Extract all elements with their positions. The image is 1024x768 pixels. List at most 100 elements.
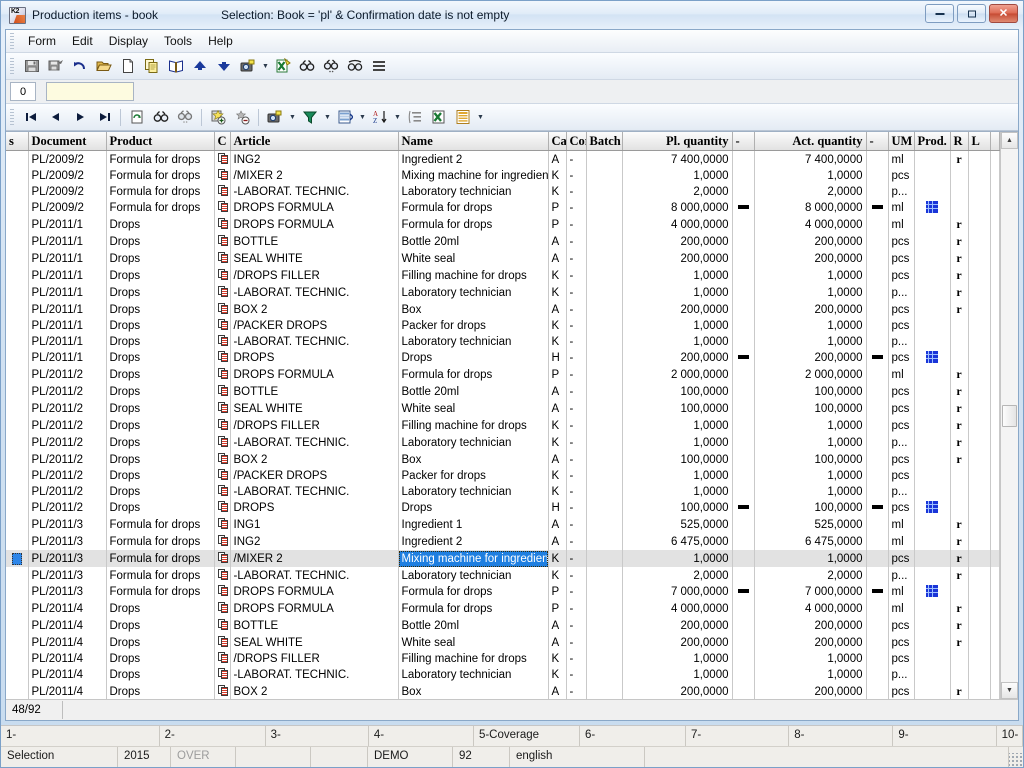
cell-cat[interactable]: P: [548, 366, 566, 383]
cell-pl-quantity[interactable]: 1,0000: [622, 434, 732, 451]
cell-product[interactable]: Drops: [106, 267, 214, 284]
cell-cat[interactable]: K: [548, 567, 566, 584]
cell-product[interactable]: Drops: [106, 233, 214, 250]
cell-cat[interactable]: K: [548, 651, 566, 667]
cell-r-flag[interactable]: [950, 184, 968, 200]
cell-prod[interactable]: [914, 683, 950, 699]
find-icon[interactable]: [149, 106, 173, 128]
export-excel-icon[interactable]: [427, 106, 451, 128]
cell-um[interactable]: ml: [888, 200, 914, 216]
cell-um[interactable]: pcs: [888, 383, 914, 400]
cell-r-flag[interactable]: r: [950, 516, 968, 533]
row-selector-cell[interactable]: [6, 151, 28, 169]
cell-um[interactable]: pcs: [888, 267, 914, 284]
table-row[interactable]: PL/2011/2Drops-LABORAT. TECHNIC.Laborato…: [6, 484, 1000, 500]
menu-item-form[interactable]: Form: [20, 31, 64, 51]
cell-l-flag[interactable]: [968, 550, 990, 567]
add-record-icon[interactable]: [206, 106, 230, 128]
cell-document[interactable]: PL/2009/2: [28, 168, 106, 184]
cell-cat[interactable]: A: [548, 233, 566, 250]
cell-article[interactable]: ING2: [230, 151, 398, 169]
cell-cor[interactable]: -: [566, 634, 586, 651]
cell-name[interactable]: Formula for drops: [398, 200, 548, 216]
table-row[interactable]: PL/2011/3Formula for dropsING1Ingredient…: [6, 516, 1000, 533]
cell-article[interactable]: BOTTLE: [230, 617, 398, 634]
cell-document[interactable]: PL/2011/4: [28, 683, 106, 699]
cell-um[interactable]: pcs: [888, 168, 914, 184]
cell-document[interactable]: PL/2011/2: [28, 434, 106, 451]
cell-pl-quantity[interactable]: 1,0000: [622, 168, 732, 184]
cell-name[interactable]: Drops: [398, 500, 548, 516]
row-selector-cell[interactable]: [6, 350, 28, 366]
cell-document-icon[interactable]: [214, 383, 230, 400]
cell-r-flag[interactable]: r: [950, 600, 968, 617]
cell-article[interactable]: /MIXER 2: [230, 168, 398, 184]
save-as-icon[interactable]: [44, 55, 68, 77]
cell-cor[interactable]: -: [566, 168, 586, 184]
row-selector-cell[interactable]: [6, 184, 28, 200]
cell-prod[interactable]: [914, 301, 950, 318]
cell-act-quantity[interactable]: 200,0000: [754, 683, 866, 699]
undo-icon[interactable]: [68, 55, 92, 77]
row-selector-cell[interactable]: [6, 250, 28, 267]
cell-act-quantity[interactable]: 100,0000: [754, 400, 866, 417]
cell-document-icon[interactable]: [214, 350, 230, 366]
cell-r-flag[interactable]: [950, 350, 968, 366]
cell-article[interactable]: BOX 2: [230, 683, 398, 699]
cell-act-quantity[interactable]: 200,0000: [754, 617, 866, 634]
cell-cor[interactable]: -: [566, 617, 586, 634]
cell-r-flag[interactable]: r: [950, 267, 968, 284]
copy-icon[interactable]: [140, 55, 164, 77]
cell-cor[interactable]: -: [566, 500, 586, 516]
cell-document-icon[interactable]: [214, 550, 230, 567]
column-header-act-dash[interactable]: -: [866, 132, 888, 151]
cell-r-flag[interactable]: r: [950, 417, 968, 434]
cell-l-flag[interactable]: [968, 184, 990, 200]
cell-act-quantity[interactable]: 200,0000: [754, 250, 866, 267]
cell-pl-quantity[interactable]: 1,0000: [622, 550, 732, 567]
cell-um[interactable]: pcs: [888, 318, 914, 334]
cell-l-flag[interactable]: [968, 318, 990, 334]
cell-act-quantity[interactable]: 2,0000: [754, 184, 866, 200]
row-selector-cell[interactable]: [6, 651, 28, 667]
save-icon[interactable]: [20, 55, 44, 77]
cell-article[interactable]: DROPS FORMULA: [230, 200, 398, 216]
fkey-8[interactable]: 8-: [789, 726, 893, 746]
sort-az-icon[interactable]: A Z: [368, 106, 392, 128]
cell-article[interactable]: /DROPS FILLER: [230, 267, 398, 284]
cell-article[interactable]: /MIXER 2: [230, 550, 398, 567]
cell-document[interactable]: PL/2011/1: [28, 216, 106, 233]
cell-um[interactable]: pcs: [888, 417, 914, 434]
cell-article[interactable]: SEAL WHITE: [230, 250, 398, 267]
cell-act-quantity[interactable]: 1,0000: [754, 550, 866, 567]
cell-cor[interactable]: -: [566, 400, 586, 417]
first-record-icon[interactable]: [20, 106, 44, 128]
cell-l-flag[interactable]: [968, 617, 990, 634]
cell-pl-quantity[interactable]: 2,0000: [622, 567, 732, 584]
cell-prod[interactable]: [914, 334, 950, 350]
cell-prod[interactable]: [914, 168, 950, 184]
cell-product[interactable]: Drops: [106, 301, 214, 318]
cell-name[interactable]: Bottle 20ml: [398, 383, 548, 400]
cell-cor[interactable]: -: [566, 216, 586, 233]
cell-article[interactable]: -LABORAT. TECHNIC.: [230, 484, 398, 500]
cell-document[interactable]: PL/2009/2: [28, 200, 106, 216]
cell-product[interactable]: Drops: [106, 683, 214, 699]
cell-batch[interactable]: [586, 233, 622, 250]
cell-product[interactable]: Drops: [106, 451, 214, 468]
cell-document[interactable]: PL/2011/4: [28, 667, 106, 683]
cell-article[interactable]: /DROPS FILLER: [230, 651, 398, 667]
cell-act-quantity[interactable]: 100,0000: [754, 500, 866, 516]
cell-r-flag[interactable]: r: [950, 400, 968, 417]
group-icon[interactable]: [333, 106, 357, 128]
cell-name[interactable]: Mixing machine for ingredients: [398, 168, 548, 184]
cell-cor[interactable]: -: [566, 600, 586, 617]
cell-r-flag[interactable]: r: [950, 216, 968, 233]
cell-name[interactable]: Bottle 20ml: [398, 617, 548, 634]
cell-l-flag[interactable]: [968, 400, 990, 417]
cell-document[interactable]: PL/2011/3: [28, 567, 106, 584]
cell-act-quantity[interactable]: 2 000,0000: [754, 366, 866, 383]
cell-l-flag[interactable]: [968, 200, 990, 216]
cell-um[interactable]: ml: [888, 600, 914, 617]
find-all-icon[interactable]: [343, 55, 367, 77]
